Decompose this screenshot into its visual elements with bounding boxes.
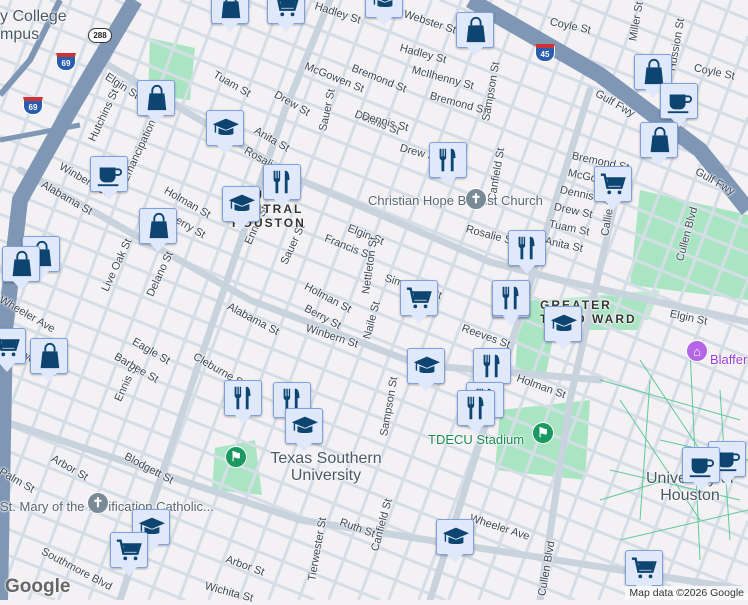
restaurant-marker[interactable] xyxy=(473,348,511,392)
grocery-icon xyxy=(631,557,657,579)
restaurant-marker[interactable] xyxy=(263,164,301,208)
restaurant-marker[interactable] xyxy=(508,230,546,274)
shopping-icon xyxy=(221,0,241,19)
school-icon xyxy=(228,194,255,211)
school-marker[interactable] xyxy=(544,306,582,350)
cafe-icon xyxy=(689,458,714,478)
interstate-69-shield: 69 xyxy=(56,53,76,71)
shopping-icon xyxy=(40,343,60,369)
university-label[interactable]: Texas Southern University xyxy=(266,450,386,484)
grocery-marker[interactable] xyxy=(625,550,663,594)
grocery-marker[interactable] xyxy=(594,166,632,210)
school-icon xyxy=(373,0,393,7)
school-marker[interactable] xyxy=(365,0,403,26)
place-label[interactable]: TDECU Stadium xyxy=(428,432,524,447)
shopping-icon xyxy=(650,127,670,153)
stadium-icon[interactable]: ⚑ xyxy=(532,422,554,444)
interstate-45-shield: 45 xyxy=(535,44,555,62)
restaurant-icon xyxy=(518,236,535,260)
shopping-marker[interactable] xyxy=(2,246,40,290)
cafe-marker[interactable] xyxy=(682,447,720,491)
school-marker[interactable] xyxy=(206,110,244,154)
grocery-icon xyxy=(0,337,20,357)
grocery-marker[interactable] xyxy=(110,532,148,576)
shopping-icon xyxy=(149,213,169,239)
museum-icon[interactable]: ⌂ xyxy=(686,340,708,362)
grocery-icon xyxy=(406,287,432,309)
church-icon[interactable]: ✝ xyxy=(465,188,487,210)
shopping-icon xyxy=(147,85,167,111)
place-label[interactable]: Christian Hope Baptist Church xyxy=(368,194,543,208)
restaurant-marker[interactable] xyxy=(492,280,530,324)
google-logo: Google xyxy=(5,576,71,597)
cafe-marker[interactable] xyxy=(660,83,698,127)
shopping-icon xyxy=(466,17,486,43)
cafe-icon xyxy=(97,167,122,187)
interstate-69-shield: 69 xyxy=(23,97,43,115)
school-marker[interactable] xyxy=(285,408,323,452)
restaurant-icon xyxy=(234,386,251,410)
cafe-marker[interactable] xyxy=(90,156,128,200)
school-marker[interactable] xyxy=(407,348,445,392)
school-marker[interactable] xyxy=(222,186,260,230)
shopping-icon xyxy=(644,59,664,85)
shopping-icon xyxy=(12,251,32,277)
grocery-icon xyxy=(600,173,626,195)
stadium-icon[interactable]: ⚑ xyxy=(225,446,247,468)
school-icon xyxy=(442,527,469,544)
grocery-icon xyxy=(116,539,142,561)
shopping-marker[interactable] xyxy=(137,80,175,124)
restaurant-icon xyxy=(502,286,519,310)
school-icon xyxy=(413,356,440,373)
grocery-marker[interactable] xyxy=(267,0,305,32)
street-label[interactable]: mpus xyxy=(0,26,39,43)
street-label[interactable]: y College xyxy=(0,8,67,25)
grocery-marker[interactable] xyxy=(0,328,26,372)
place-label[interactable]: Blaffer xyxy=(710,352,747,367)
school-icon xyxy=(291,416,318,433)
restaurant-marker[interactable] xyxy=(429,142,467,186)
shopping-marker[interactable] xyxy=(139,208,177,252)
shopping-marker[interactable] xyxy=(456,12,494,56)
restaurant-icon xyxy=(483,354,500,378)
cafe-icon xyxy=(667,94,692,114)
shopping-marker[interactable] xyxy=(30,338,68,382)
restaurant-marker[interactable] xyxy=(457,390,495,434)
school-icon xyxy=(550,314,577,331)
church-icon[interactable]: ✝ xyxy=(87,492,109,514)
restaurant-icon xyxy=(273,170,290,194)
school-marker[interactable] xyxy=(436,519,474,563)
shopping-marker[interactable] xyxy=(211,0,249,32)
shopping-marker[interactable] xyxy=(640,122,678,166)
restaurant-icon xyxy=(467,396,484,420)
school-icon xyxy=(212,118,239,135)
map-attribution[interactable]: Map data ©2026 Google xyxy=(625,586,748,600)
restaurant-marker[interactable] xyxy=(224,380,262,424)
grocery-icon xyxy=(277,0,299,17)
state-288-shield: 288 xyxy=(88,28,112,43)
grocery-marker[interactable] xyxy=(400,280,438,324)
restaurant-icon xyxy=(439,148,456,172)
